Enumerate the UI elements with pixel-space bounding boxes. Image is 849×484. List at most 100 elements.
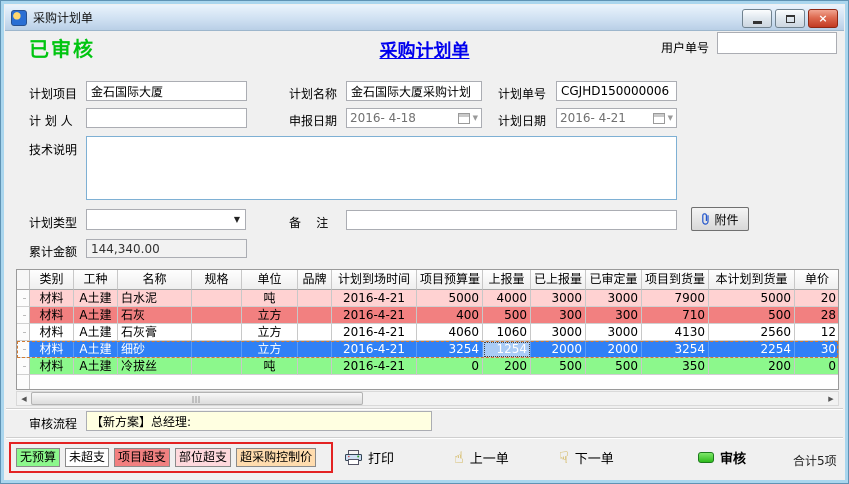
scroll-right-icon[interactable]: ▶ bbox=[824, 392, 838, 405]
table-cell[interactable]: A土建 bbox=[74, 341, 118, 358]
table-cell[interactable] bbox=[17, 290, 30, 307]
table-row[interactable]: 材料A土建细砂立方2016-4-213254125420002000325422… bbox=[17, 341, 838, 358]
table-cell[interactable]: 3254 bbox=[417, 341, 483, 358]
table-cell[interactable]: 0 bbox=[417, 358, 483, 375]
table-cell[interactable] bbox=[298, 324, 332, 341]
planner-input[interactable] bbox=[86, 108, 247, 128]
table-cell[interactable]: A土建 bbox=[74, 290, 118, 307]
table-cell[interactable] bbox=[192, 307, 242, 324]
table-header-cell[interactable] bbox=[17, 270, 30, 290]
declare-date-picker[interactable]: 2016- 4-18 ▼ bbox=[346, 108, 482, 128]
table-cell[interactable]: A土建 bbox=[74, 324, 118, 341]
table-cell[interactable]: 细砂 bbox=[118, 341, 192, 358]
next-record-button[interactable]: ☟ 下一单 bbox=[559, 448, 614, 467]
table-cell[interactable]: 4130 bbox=[642, 324, 709, 341]
table-header-cell[interactable]: 工种 bbox=[74, 270, 118, 290]
table-cell[interactable] bbox=[192, 324, 242, 341]
table-cell[interactable]: 2016-4-21 bbox=[332, 324, 417, 341]
table-header-cell[interactable]: 项目预算量 bbox=[417, 270, 483, 290]
plan-type-select[interactable]: ▼ bbox=[86, 209, 246, 230]
table-cell[interactable]: 300 bbox=[586, 307, 642, 324]
table-header-cell[interactable]: 品牌 bbox=[298, 270, 332, 290]
user-no-input[interactable] bbox=[717, 32, 837, 54]
table-cell[interactable]: 吨 bbox=[242, 358, 298, 375]
table-cell[interactable] bbox=[298, 290, 332, 307]
close-button[interactable]: × bbox=[808, 9, 838, 28]
table-header-cell[interactable]: 本计划到货量 bbox=[709, 270, 795, 290]
table-row[interactable]: 材料A土建石灰膏立方2016-4-21406010603000300041302… bbox=[17, 324, 838, 341]
table-header-cell[interactable]: 已审定量 bbox=[586, 270, 642, 290]
tech-note-textarea[interactable] bbox=[86, 136, 677, 200]
table-row[interactable]: 材料A土建冷拔丝吨2016-4-2102005005003502000 bbox=[17, 358, 838, 375]
table-cell[interactable]: A土建 bbox=[74, 358, 118, 375]
table-header-cell[interactable]: 规格 bbox=[192, 270, 242, 290]
table-header-cell[interactable]: 上报量 bbox=[483, 270, 531, 290]
table-cell[interactable]: 立方 bbox=[242, 341, 298, 358]
maximize-button[interactable] bbox=[775, 9, 805, 28]
table-cell[interactable]: 5000 bbox=[417, 290, 483, 307]
table-cell[interactable] bbox=[17, 324, 30, 341]
plan-name-input[interactable] bbox=[346, 81, 482, 101]
table-header-cell[interactable]: 类别 bbox=[30, 270, 74, 290]
table-cell[interactable]: 石灰膏 bbox=[118, 324, 192, 341]
previous-record-button[interactable]: ☝ 上一单 bbox=[454, 448, 509, 467]
table-cell[interactable]: 冷拔丝 bbox=[118, 358, 192, 375]
table-header-cell[interactable]: 单位 bbox=[242, 270, 298, 290]
table-cell[interactable]: 30 bbox=[795, 341, 839, 358]
table-cell[interactable] bbox=[192, 290, 242, 307]
table-cell[interactable]: 500 bbox=[531, 358, 586, 375]
table-cell[interactable]: 白水泥 bbox=[118, 290, 192, 307]
table-cell[interactable]: 28 bbox=[795, 307, 839, 324]
minimize-button[interactable] bbox=[742, 9, 772, 28]
table-cell[interactable] bbox=[192, 358, 242, 375]
table-cell[interactable]: 7900 bbox=[642, 290, 709, 307]
table-cell[interactable] bbox=[298, 341, 332, 358]
horizontal-scrollbar[interactable]: ◀ ▶ bbox=[16, 391, 839, 406]
table-cell[interactable] bbox=[17, 307, 30, 324]
table-cell[interactable]: 2000 bbox=[586, 341, 642, 358]
table-cell[interactable]: 2016-4-21 bbox=[332, 341, 417, 358]
table-header-cell[interactable]: 计划到场时间 bbox=[332, 270, 417, 290]
table-cell[interactable] bbox=[298, 307, 332, 324]
print-button[interactable]: 打印 bbox=[345, 448, 394, 467]
table-header-cell[interactable]: 项目到货量 bbox=[642, 270, 709, 290]
review-button[interactable]: 审核 bbox=[698, 448, 746, 467]
table-cell[interactable]: 材料 bbox=[30, 358, 74, 375]
table-cell[interactable]: 石灰 bbox=[118, 307, 192, 324]
table-cell[interactable]: 5000 bbox=[709, 290, 795, 307]
table-cell[interactable]: 材料 bbox=[30, 341, 74, 358]
table-cell[interactable]: 3000 bbox=[531, 324, 586, 341]
scrollbar-thumb[interactable] bbox=[31, 392, 363, 405]
table-cell[interactable]: 500 bbox=[586, 358, 642, 375]
table-cell[interactable]: 2016-4-21 bbox=[332, 290, 417, 307]
table-cell[interactable]: 材料 bbox=[30, 307, 74, 324]
table-cell[interactable]: A土建 bbox=[74, 307, 118, 324]
table-cell[interactable]: 1060 bbox=[483, 324, 531, 341]
table-cell[interactable]: 2000 bbox=[531, 341, 586, 358]
table-cell[interactable]: 材料 bbox=[30, 324, 74, 341]
attachment-button[interactable]: 附件 bbox=[691, 207, 749, 231]
plan-project-input[interactable] bbox=[86, 81, 247, 101]
table-cell[interactable]: 4060 bbox=[417, 324, 483, 341]
table-cell[interactable]: 500 bbox=[709, 307, 795, 324]
table-cell[interactable]: 350 bbox=[642, 358, 709, 375]
table-cell[interactable]: 20 bbox=[795, 290, 839, 307]
table-cell[interactable]: 2016-4-21 bbox=[332, 307, 417, 324]
table-cell[interactable]: 300 bbox=[531, 307, 586, 324]
table-cell[interactable]: 12 bbox=[795, 324, 839, 341]
table-cell[interactable]: 400 bbox=[417, 307, 483, 324]
table-cell[interactable] bbox=[298, 358, 332, 375]
plan-date-picker[interactable]: 2016- 4-21 ▼ bbox=[556, 108, 677, 128]
review-flow-input[interactable] bbox=[86, 411, 432, 431]
table-cell[interactable]: 吨 bbox=[242, 290, 298, 307]
table-cell[interactable]: 立方 bbox=[242, 324, 298, 341]
table-cell[interactable]: 3000 bbox=[531, 290, 586, 307]
table-cell[interactable]: 200 bbox=[709, 358, 795, 375]
table-cell[interactable]: 2254 bbox=[709, 341, 795, 358]
titlebar[interactable]: 采购计划单 × bbox=[5, 5, 844, 31]
table-cell[interactable]: 710 bbox=[642, 307, 709, 324]
plan-no-input[interactable] bbox=[556, 81, 677, 101]
table-cell[interactable]: 立方 bbox=[242, 307, 298, 324]
table-header-cell[interactable]: 单价 bbox=[795, 270, 839, 290]
table-cell[interactable]: 500 bbox=[483, 307, 531, 324]
